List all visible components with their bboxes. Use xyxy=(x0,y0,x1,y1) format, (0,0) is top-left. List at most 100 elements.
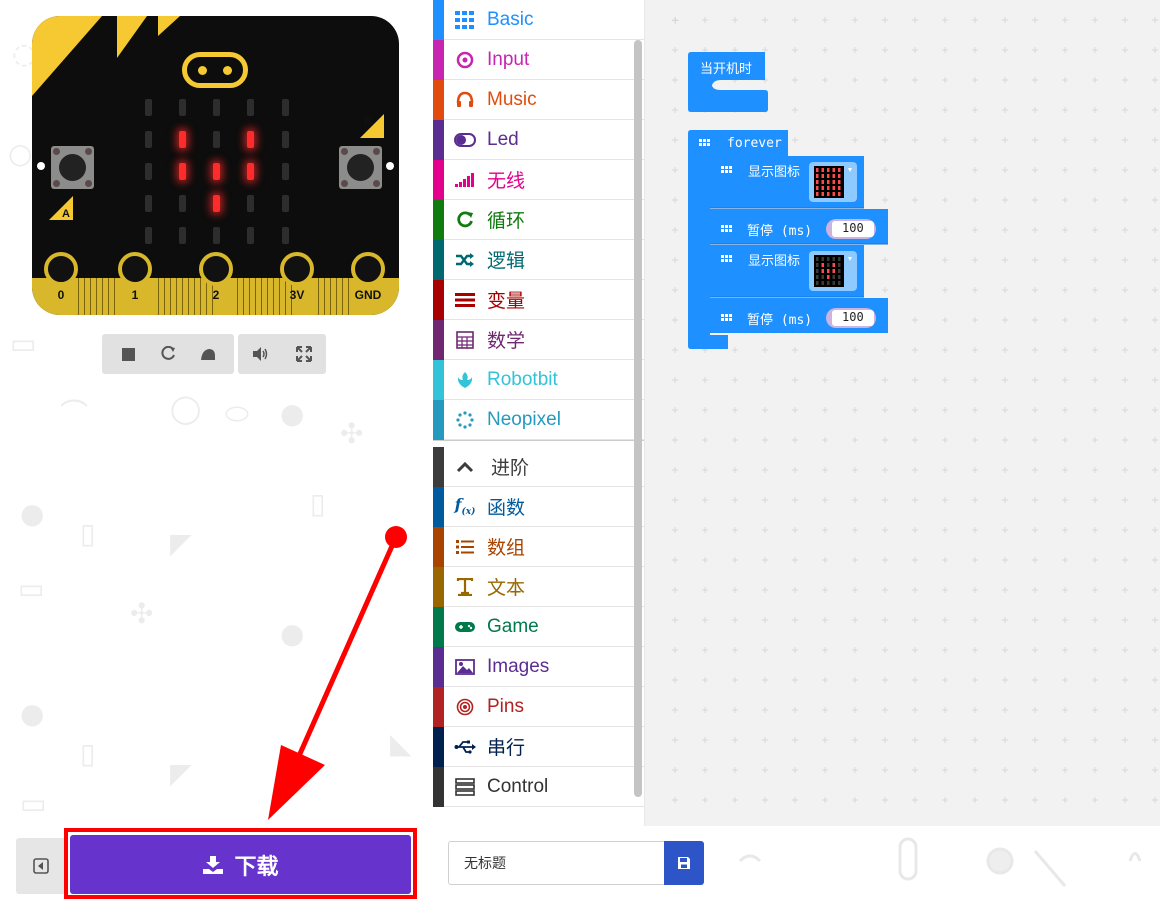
toggle-icon xyxy=(453,130,477,150)
category-label: Led xyxy=(487,128,519,150)
lines-icon xyxy=(453,290,477,310)
toolbox-category-basic[interactable]: Basic xyxy=(433,0,644,40)
led-off xyxy=(145,163,152,180)
collapse-simulator-button[interactable] xyxy=(16,838,66,894)
category-label: Control xyxy=(487,775,549,797)
pin-label: 0 xyxy=(57,288,65,302)
microbit-logo xyxy=(182,52,248,88)
toolbox-category-数学[interactable]: 数学 xyxy=(433,320,644,360)
category-label: 变量 xyxy=(487,291,526,312)
background-doodle: ▯ xyxy=(310,487,326,520)
toolbox-category-串行[interactable]: 串行 xyxy=(433,727,644,767)
pause-value-input[interactable]: 100 xyxy=(842,310,864,324)
download-label: 下载 xyxy=(234,853,279,879)
download-button[interactable]: 下载 xyxy=(70,835,411,894)
pins-icon xyxy=(453,697,477,717)
pin-gnd[interactable] xyxy=(351,252,385,286)
led-off xyxy=(247,227,254,244)
save-button[interactable] xyxy=(664,841,704,885)
pin-label: 2 xyxy=(212,288,220,302)
category-label: Robotbit xyxy=(487,368,558,390)
category-color-bar xyxy=(433,727,444,767)
led-off xyxy=(247,195,254,212)
button-b[interactable] xyxy=(339,146,382,189)
category-color-bar xyxy=(433,487,444,527)
show-icon-label: 显示图标 xyxy=(748,254,801,269)
toolbox-category-input[interactable]: Input xyxy=(433,40,644,80)
toolbox-category-数组[interactable]: 数组 xyxy=(433,527,644,567)
led-off xyxy=(179,195,186,212)
toolbox-category-control[interactable]: Control xyxy=(433,767,644,807)
background-doodle: ● xyxy=(280,397,305,430)
toolbox-category-game[interactable]: Game xyxy=(433,607,644,647)
category-color-bar xyxy=(433,687,444,727)
toolbox-scrollbar[interactable] xyxy=(634,40,642,797)
toolbox-category-pins[interactable]: Pins xyxy=(433,687,644,727)
toolbox-category-无线[interactable]: 无线 xyxy=(433,160,644,200)
category-label: Game xyxy=(487,615,539,637)
pause-label: 暂停 (ms) xyxy=(747,313,813,328)
project-name-input[interactable] xyxy=(448,841,665,885)
toolbox-category-robotbit[interactable]: Robotbit xyxy=(433,360,644,400)
svg-text:B: B xyxy=(364,116,372,128)
category-color-bar xyxy=(433,0,444,40)
category-color-bar xyxy=(433,160,444,200)
pin-1[interactable] xyxy=(118,252,152,286)
led-off xyxy=(145,227,152,244)
collapse-icon xyxy=(33,858,49,874)
category-color-bar xyxy=(433,447,444,487)
toolbox-category-进阶[interactable]: 进阶 xyxy=(433,447,644,487)
floppy-disk-icon xyxy=(678,857,690,869)
category-color-bar xyxy=(433,360,444,400)
category-label: Input xyxy=(487,48,530,70)
pin-2[interactable] xyxy=(199,252,233,286)
toolbox-category-music[interactable]: Music xyxy=(433,80,644,120)
led-off xyxy=(145,131,152,148)
background-doodle: ● xyxy=(20,697,45,730)
fullscreen-icon[interactable] xyxy=(293,343,315,365)
toolbox-category-变量[interactable]: 变量 xyxy=(433,280,644,320)
pause-value-input[interactable]: 100 xyxy=(842,221,864,235)
led-on xyxy=(247,163,254,180)
category-color-bar xyxy=(433,400,444,440)
pin-label: GND xyxy=(354,288,382,302)
led-off xyxy=(213,227,220,244)
shuffle-icon xyxy=(453,250,477,270)
calculator-icon xyxy=(453,330,477,350)
ring-icon xyxy=(453,410,477,430)
background-doodle: ● xyxy=(280,617,305,650)
restart-icon[interactable] xyxy=(157,343,179,365)
pin-3v[interactable] xyxy=(280,252,314,286)
stop-icon[interactable] xyxy=(117,343,139,365)
blocks-workspace[interactable]: 当开机时 forever 显示图标 暂停 (ms) 100 显示图标 暂停 (m… xyxy=(645,0,1160,826)
toolbox-category-led[interactable]: Led xyxy=(433,120,644,160)
led-off xyxy=(179,99,186,116)
background-doodle: ✣ xyxy=(340,417,364,450)
server-icon xyxy=(453,777,477,797)
toolbox-category-逻辑[interactable]: 逻辑 xyxy=(433,240,644,280)
toolbox-category-文本[interactable]: 文本 xyxy=(433,567,644,607)
function-icon: f(x) xyxy=(454,495,476,518)
toolbox-category-neopixel[interactable]: Neopixel xyxy=(433,400,644,440)
mute-icon[interactable] xyxy=(249,343,271,365)
category-label: Pins xyxy=(487,695,524,717)
microbit-board[interactable]: A B 0 1 2 3V GND xyxy=(32,16,399,315)
button-a[interactable] xyxy=(51,146,94,189)
toolbox-category-images[interactable]: Images xyxy=(433,647,644,687)
pause-label: 暂停 (ms) xyxy=(747,224,813,239)
toolbox-category-循环[interactable]: 循环 xyxy=(433,200,644,240)
download-icon xyxy=(203,855,224,874)
category-label: 逻辑 xyxy=(487,251,526,272)
led-off xyxy=(282,227,289,244)
led-off xyxy=(282,99,289,116)
category-label: Neopixel xyxy=(487,408,561,430)
background-doodles xyxy=(738,837,1142,887)
category-label: 进阶 xyxy=(491,458,530,479)
category-color-bar xyxy=(433,647,444,687)
toolbox-category-函数[interactable]: f(x) 函数 xyxy=(433,487,644,527)
category-color-bar xyxy=(433,120,444,160)
target-icon xyxy=(453,50,477,70)
pin-0[interactable] xyxy=(44,252,78,286)
slow-motion-icon[interactable] xyxy=(197,343,219,365)
led-off xyxy=(282,195,289,212)
